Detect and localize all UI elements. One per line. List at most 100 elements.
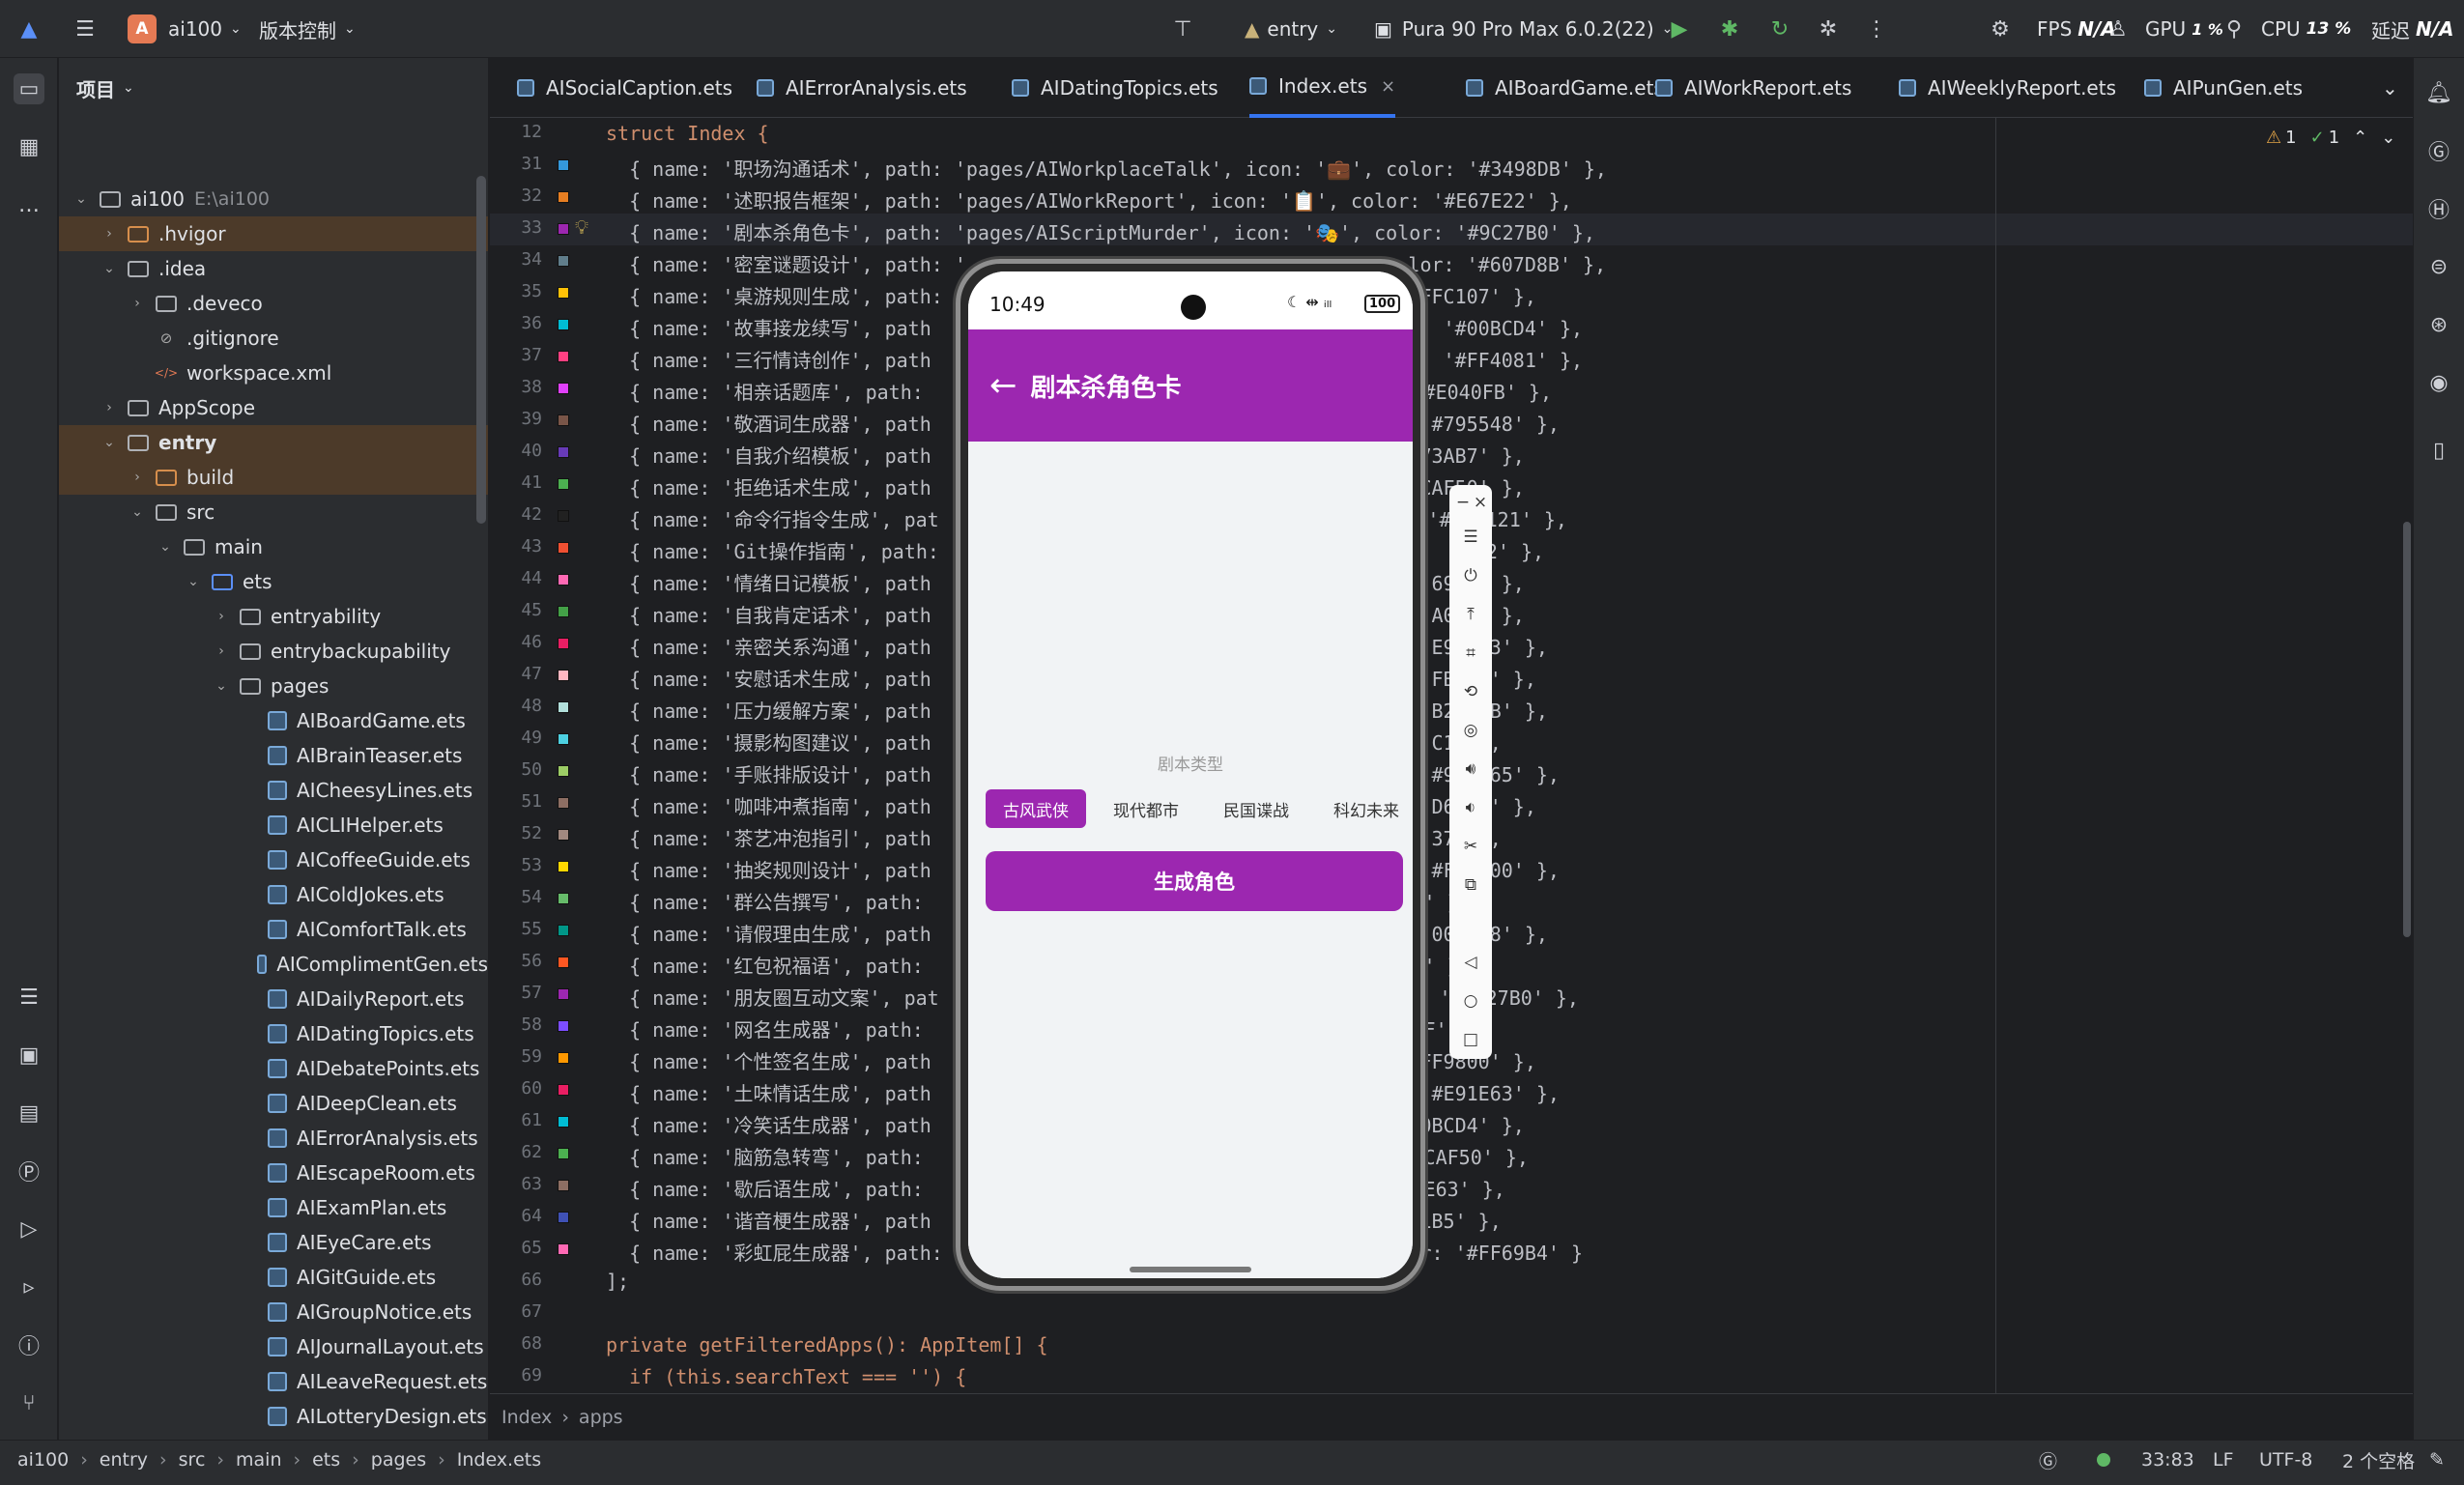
color-swatch[interactable] <box>558 191 569 203</box>
tree-item[interactable]: AIDebatePoints.ets <box>59 1051 488 1086</box>
color-swatch[interactable] <box>558 1052 569 1064</box>
profiler-icon[interactable]: ✲ <box>1813 14 1844 44</box>
chevron-down-icon[interactable]: ⌄ <box>100 435 118 450</box>
chevron-down-icon[interactable]: ⌄ <box>100 261 118 276</box>
tree-item[interactable]: AIGitGuide.ets <box>59 1260 488 1295</box>
run-icon[interactable]: ▶ <box>1664 14 1695 44</box>
tree-item[interactable]: ⊘ .gitignore <box>59 321 488 356</box>
tab-overflow-icon[interactable]: ⌄ <box>2382 58 2398 118</box>
crop-icon[interactable]: ⌗ <box>1459 642 1482 665</box>
color-swatch[interactable] <box>558 893 569 904</box>
close-tab-icon[interactable]: × <box>1381 76 1395 97</box>
tree-item[interactable]: › AppScope <box>59 390 488 425</box>
tree-item[interactable]: AICheesyLines.ets <box>59 773 488 808</box>
chevron-right-icon[interactable]: › <box>213 609 230 624</box>
status-path-segment[interactable]: src <box>179 1449 206 1471</box>
chevron-right-icon[interactable]: › <box>129 296 146 311</box>
script-type-chip[interactable]: 科幻未来 <box>1316 789 1413 828</box>
file-encoding[interactable]: UTF-8 <box>2259 1441 2312 1479</box>
volume-down-icon[interactable]: 🔉︎ <box>1459 796 1482 819</box>
back-arrow-icon[interactable]: ← <box>989 366 1017 405</box>
color-swatch[interactable] <box>558 957 569 968</box>
breadcrumb-item[interactable]: apps <box>579 1407 623 1428</box>
editor-scrollbar[interactable] <box>2403 522 2411 937</box>
line-separator[interactable]: LF <box>2213 1441 2234 1479</box>
back-nav-icon[interactable]: ◁ <box>1459 951 1482 974</box>
screenshot-icon[interactable]: ✂ <box>1459 835 1482 858</box>
script-type-chip[interactable]: 民国谍战 <box>1206 789 1306 828</box>
device-selector[interactable]: ▣ Pura 90 Pro Max 6.0.2(22) ⌄ <box>1374 0 1673 58</box>
read-only-icon[interactable]: ✎ <box>2429 1441 2445 1479</box>
main-menu-icon[interactable]: ☰ <box>70 14 100 44</box>
more-tools-icon[interactable]: … <box>14 189 44 220</box>
status-path-segment[interactable]: entry <box>100 1449 148 1471</box>
recents-nav-icon[interactable]: □ <box>1459 1028 1482 1051</box>
tree-item[interactable]: AILotteryDesign.ets <box>59 1399 488 1434</box>
home-indicator[interactable] <box>1130 1267 1251 1272</box>
script-type-chip[interactable]: 现代都市 <box>1096 789 1196 828</box>
device-preview-icon[interactable]: ▯ <box>2423 435 2454 466</box>
color-swatch[interactable] <box>558 414 569 426</box>
color-swatch[interactable] <box>558 1116 569 1128</box>
device-manager-icon[interactable]: ▣ <box>14 1040 44 1071</box>
emulator-menu-icon[interactable]: ☰ <box>1459 526 1482 549</box>
cursor-position[interactable]: 33:83 <box>2141 1441 2194 1479</box>
previewer-eye-icon[interactable]: ◉ <box>2423 367 2454 398</box>
tree-item[interactable]: AIComfortTalk.ets <box>59 912 488 947</box>
tree-item[interactable]: AIDatingTopics.ets <box>59 1016 488 1051</box>
status-path-segment[interactable]: Index.ets <box>457 1449 541 1471</box>
project-folder-icon[interactable]: ▭ <box>14 73 44 104</box>
volume-up-icon[interactable]: 🔊︎ <box>1459 757 1482 781</box>
vcs-menu[interactable]: 版本控制 ⌄ <box>259 0 356 58</box>
tree-item[interactable]: › entryability <box>59 599 488 634</box>
location-icon[interactable]: ◎ <box>1459 719 1482 742</box>
color-swatch[interactable] <box>558 351 569 362</box>
layout-inspector-icon[interactable]: ▤ <box>14 1098 44 1128</box>
color-swatch[interactable] <box>558 988 569 1000</box>
project-panel-header[interactable]: 项目 ⌄ <box>59 58 488 118</box>
color-swatch[interactable] <box>558 1020 569 1032</box>
search-icon[interactable]: ⚲ <box>2219 14 2249 44</box>
next-highlight-icon[interactable]: ⌄ <box>2381 128 2395 148</box>
editor-tab[interactable]: AIWeeklyReport.ets <box>1899 58 2116 118</box>
color-swatch[interactable] <box>558 542 569 554</box>
status-path-segment[interactable]: main <box>236 1449 281 1471</box>
script-type-chip[interactable]: 古风武侠 <box>986 789 1086 828</box>
tree-item[interactable]: </> workspace.xml <box>59 356 488 390</box>
home-nav-icon[interactable]: ○ <box>1459 989 1482 1013</box>
indent-setting[interactable]: 2 个空格 <box>2342 1441 2415 1479</box>
status-path-segment[interactable]: ets <box>312 1449 340 1471</box>
chevron-down-icon[interactable]: ⌄ <box>72 191 90 207</box>
chevron-right-icon[interactable]: › <box>100 226 118 242</box>
editor-tab[interactable]: AIPunGen.ets <box>2144 58 2303 118</box>
pointer-tool-icon[interactable]: ⊤ <box>1167 14 1198 44</box>
project-switcher[interactable]: A ai100 ⌄ <box>128 0 242 58</box>
color-swatch[interactable] <box>558 1148 569 1159</box>
color-swatch[interactable] <box>558 255 569 267</box>
chevron-right-icon[interactable]: › <box>129 470 146 485</box>
tree-item[interactable]: ⌄ .idea <box>59 251 488 286</box>
chevron-down-icon[interactable]: ⌄ <box>185 574 202 589</box>
tree-item[interactable]: › entrybackupability <box>59 634 488 669</box>
power-icon[interactable]: ⏻ <box>1459 564 1482 587</box>
gradle-icon[interactable]: Ⓖ <box>2423 135 2454 166</box>
tree-item[interactable]: ⌄ entry <box>59 425 488 460</box>
color-swatch[interactable] <box>558 287 569 299</box>
prev-highlight-icon[interactable]: ⌃ <box>2353 128 2367 148</box>
color-swatch[interactable] <box>558 1243 569 1255</box>
tree-item[interactable]: AIGroupNotice.ets <box>59 1295 488 1329</box>
editor-tab[interactable]: AIWorkReport.ets <box>1655 58 1851 118</box>
color-swatch[interactable] <box>558 1212 569 1223</box>
color-swatch[interactable] <box>558 1180 569 1191</box>
hvigor-icon[interactable]: Ⓗ <box>2423 193 2454 224</box>
tree-item[interactable]: AIErrorAnalysis.ets <box>59 1121 488 1156</box>
color-swatch[interactable] <box>558 606 569 617</box>
tree-item[interactable]: ⌄ src <box>59 495 488 529</box>
tree-item[interactable]: AIExamPlan.ets <box>59 1190 488 1225</box>
tree-item[interactable]: ⌄ pages <box>59 669 488 703</box>
editor-tab[interactable]: AIDatingTopics.ets <box>1012 58 1218 118</box>
color-swatch[interactable] <box>558 861 569 872</box>
user-icon[interactable]: ♙ <box>2103 14 2134 44</box>
color-swatch[interactable] <box>558 1084 569 1096</box>
run-config-selector[interactable]: ▲ entry ⌄ <box>1245 0 1337 58</box>
